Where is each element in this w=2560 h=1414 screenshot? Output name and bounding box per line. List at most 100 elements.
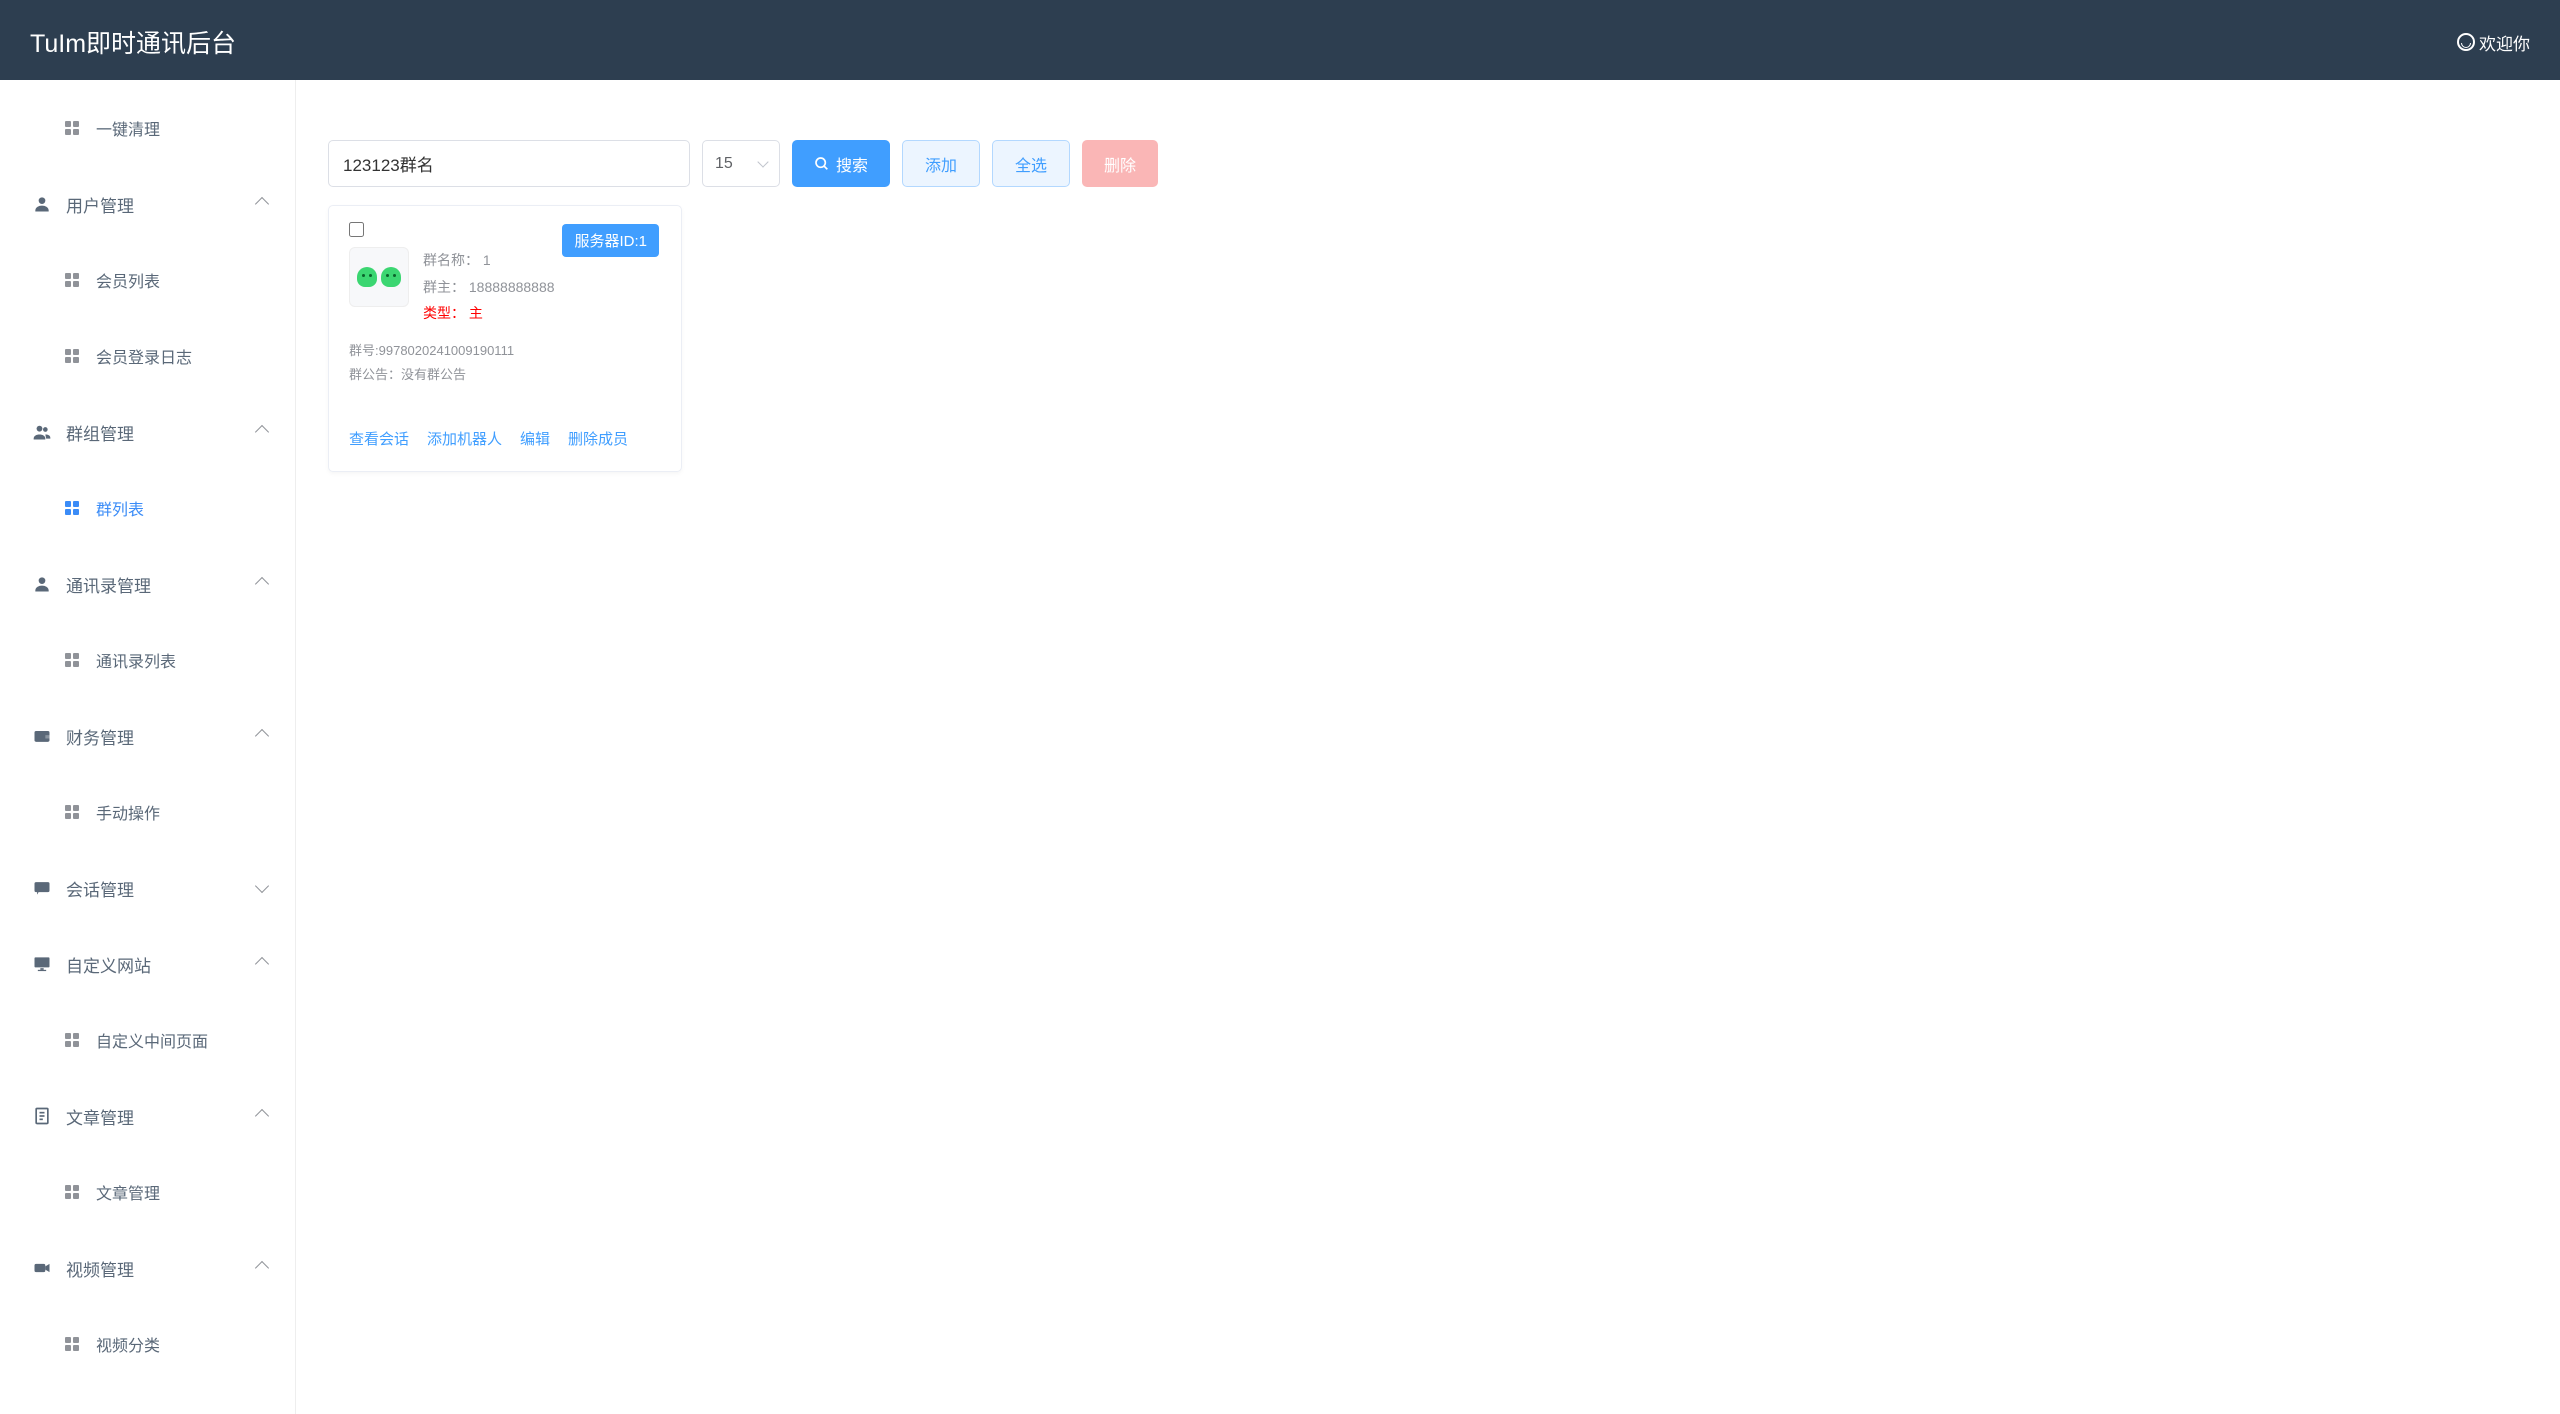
user-icon bbox=[32, 574, 52, 594]
owner-value: 18888888888 bbox=[469, 279, 555, 295]
search-icon bbox=[814, 156, 830, 172]
face-icon bbox=[381, 267, 401, 287]
add-bot-link[interactable]: 添加机器人 bbox=[427, 428, 502, 449]
chevron-up-icon bbox=[255, 1261, 269, 1275]
notice-value: 没有群公告 bbox=[401, 367, 466, 382]
chat-icon bbox=[32, 878, 52, 898]
delete-label: 删除 bbox=[1104, 152, 1136, 176]
edit-link[interactable]: 编辑 bbox=[520, 428, 550, 449]
sidebar-item-16[interactable]: 视频分类 bbox=[0, 1306, 295, 1382]
sidebar-item-0[interactable]: 一键清理 bbox=[0, 90, 295, 166]
chevron-up-icon bbox=[255, 729, 269, 743]
sidebar-item-label: 会员登录日志 bbox=[96, 344, 192, 368]
wallet-icon bbox=[32, 726, 52, 746]
face-icon bbox=[357, 267, 377, 287]
main-content: 15 搜索 添加 全选 删除 服务器ID:1 bbox=[296, 80, 2560, 1414]
grid-icon bbox=[62, 1334, 82, 1354]
sidebar-item-label: 视频管理 bbox=[66, 1256, 134, 1281]
sidebar-item-label: 会话管理 bbox=[66, 876, 134, 901]
name-label: 群名称： bbox=[423, 252, 479, 268]
sidebar-item-13[interactable]: 文章管理 bbox=[0, 1078, 295, 1154]
sidebar-item-6[interactable]: 通讯录管理 bbox=[0, 546, 295, 622]
group-id-value: 9978020241009190111 bbox=[379, 343, 514, 358]
page-size-value: 15 bbox=[715, 155, 733, 173]
sidebar-item-7[interactable]: 通讯录列表 bbox=[0, 622, 295, 698]
chevron-up-icon bbox=[255, 1109, 269, 1123]
sidebar-item-label: 用户管理 bbox=[66, 192, 134, 217]
sidebar-item-14[interactable]: 文章管理 bbox=[0, 1154, 295, 1230]
group-id-label: 群号: bbox=[349, 343, 379, 358]
notice-label: 群公告： bbox=[349, 367, 401, 382]
sidebar-item-label: 视频分类 bbox=[96, 1332, 160, 1356]
sidebar-item-8[interactable]: 财务管理 bbox=[0, 698, 295, 774]
card-actions: 查看会话 添加机器人 编辑 删除成员 bbox=[349, 428, 661, 449]
sidebar-item-15[interactable]: 视频管理 bbox=[0, 1230, 295, 1306]
card-meta: 群号:9978020241009190111 群公告：没有群公告 bbox=[349, 339, 661, 388]
sidebar-item-label: 手动操作 bbox=[96, 800, 160, 824]
chevron-up-icon bbox=[255, 425, 269, 439]
grid-icon bbox=[62, 498, 82, 518]
sidebar-item-3[interactable]: 会员登录日志 bbox=[0, 318, 295, 394]
camera-icon bbox=[32, 1258, 52, 1278]
search-label: 搜索 bbox=[836, 152, 868, 176]
sidebar-item-label: 群组管理 bbox=[66, 420, 134, 445]
grid-icon bbox=[62, 1030, 82, 1050]
delete-button[interactable]: 删除 bbox=[1082, 140, 1158, 187]
header-welcome[interactable]: 欢迎你 bbox=[2457, 30, 2530, 55]
page-size-select[interactable]: 15 bbox=[702, 140, 780, 187]
user-icon bbox=[32, 194, 52, 214]
sidebar-item-label: 财务管理 bbox=[66, 724, 134, 749]
sidebar-item-label: 文章管理 bbox=[96, 1180, 160, 1204]
search-input[interactable] bbox=[328, 140, 690, 187]
sidebar-item-label: 会员列表 bbox=[96, 268, 160, 292]
sidebar-item-10[interactable]: 会话管理 bbox=[0, 850, 295, 926]
sidebar-item-2[interactable]: 会员列表 bbox=[0, 242, 295, 318]
select-all-button[interactable]: 全选 bbox=[992, 140, 1070, 187]
sidebar-item-label: 自定义中间页面 bbox=[96, 1028, 208, 1052]
app-title: TuIm即时通讯后台 bbox=[30, 24, 236, 60]
sidebar-item-label: 通讯录列表 bbox=[96, 648, 176, 672]
doc-icon bbox=[32, 1106, 52, 1126]
sidebar-item-11[interactable]: 自定义网站 bbox=[0, 926, 295, 1002]
sidebar-item-label: 一键清理 bbox=[96, 116, 160, 140]
add-button[interactable]: 添加 bbox=[902, 140, 980, 187]
group-avatar bbox=[349, 247, 409, 307]
sidebar-item-1[interactable]: 用户管理 bbox=[0, 166, 295, 242]
grid-icon bbox=[62, 118, 82, 138]
chevron-down-icon bbox=[757, 156, 768, 167]
grid-icon bbox=[62, 346, 82, 366]
grid-icon bbox=[62, 650, 82, 670]
view-chat-link[interactable]: 查看会话 bbox=[349, 428, 409, 449]
search-button[interactable]: 搜索 bbox=[792, 140, 890, 187]
owner-label: 群主： bbox=[423, 279, 465, 295]
welcome-text: 欢迎你 bbox=[2479, 30, 2530, 55]
sidebar-item-9[interactable]: 手动操作 bbox=[0, 774, 295, 850]
sidebar: 一键清理用户管理会员列表会员登录日志群组管理群列表通讯录管理通讯录列表财务管理手… bbox=[0, 80, 296, 1414]
users-icon bbox=[32, 422, 52, 442]
grid-icon bbox=[62, 802, 82, 822]
name-value: 1 bbox=[483, 252, 491, 268]
grid-icon bbox=[62, 1182, 82, 1202]
sidebar-item-4[interactable]: 群组管理 bbox=[0, 394, 295, 470]
chevron-up-icon bbox=[255, 957, 269, 971]
grid-icon bbox=[62, 270, 82, 290]
sidebar-item-label: 文章管理 bbox=[66, 1104, 134, 1129]
server-badge: 服务器ID:1 bbox=[562, 224, 659, 257]
chevron-up-icon bbox=[255, 577, 269, 591]
remove-member-link[interactable]: 删除成员 bbox=[568, 428, 628, 449]
sidebar-item-label: 群列表 bbox=[96, 496, 144, 520]
chevron-down-icon bbox=[255, 879, 269, 893]
sidebar-item-5[interactable]: 群列表 bbox=[0, 470, 295, 546]
sidebar-item-12[interactable]: 自定义中间页面 bbox=[0, 1002, 295, 1078]
group-card: 服务器ID:1 群名称： 1 群主： 18888888888 bbox=[328, 205, 682, 472]
header: TuIm即时通讯后台 欢迎你 bbox=[0, 4, 2560, 80]
card-checkbox[interactable] bbox=[349, 222, 364, 237]
add-label: 添加 bbox=[925, 152, 957, 176]
toolbar: 15 搜索 添加 全选 删除 bbox=[328, 140, 2528, 187]
smile-icon bbox=[2457, 33, 2475, 51]
type-value: 主 bbox=[469, 305, 483, 321]
type-label: 类型： bbox=[423, 305, 465, 321]
chevron-up-icon bbox=[255, 197, 269, 211]
select-all-label: 全选 bbox=[1015, 152, 1047, 176]
card-info: 群名称： 1 群主： 18888888888 类型： 主 bbox=[423, 247, 555, 327]
